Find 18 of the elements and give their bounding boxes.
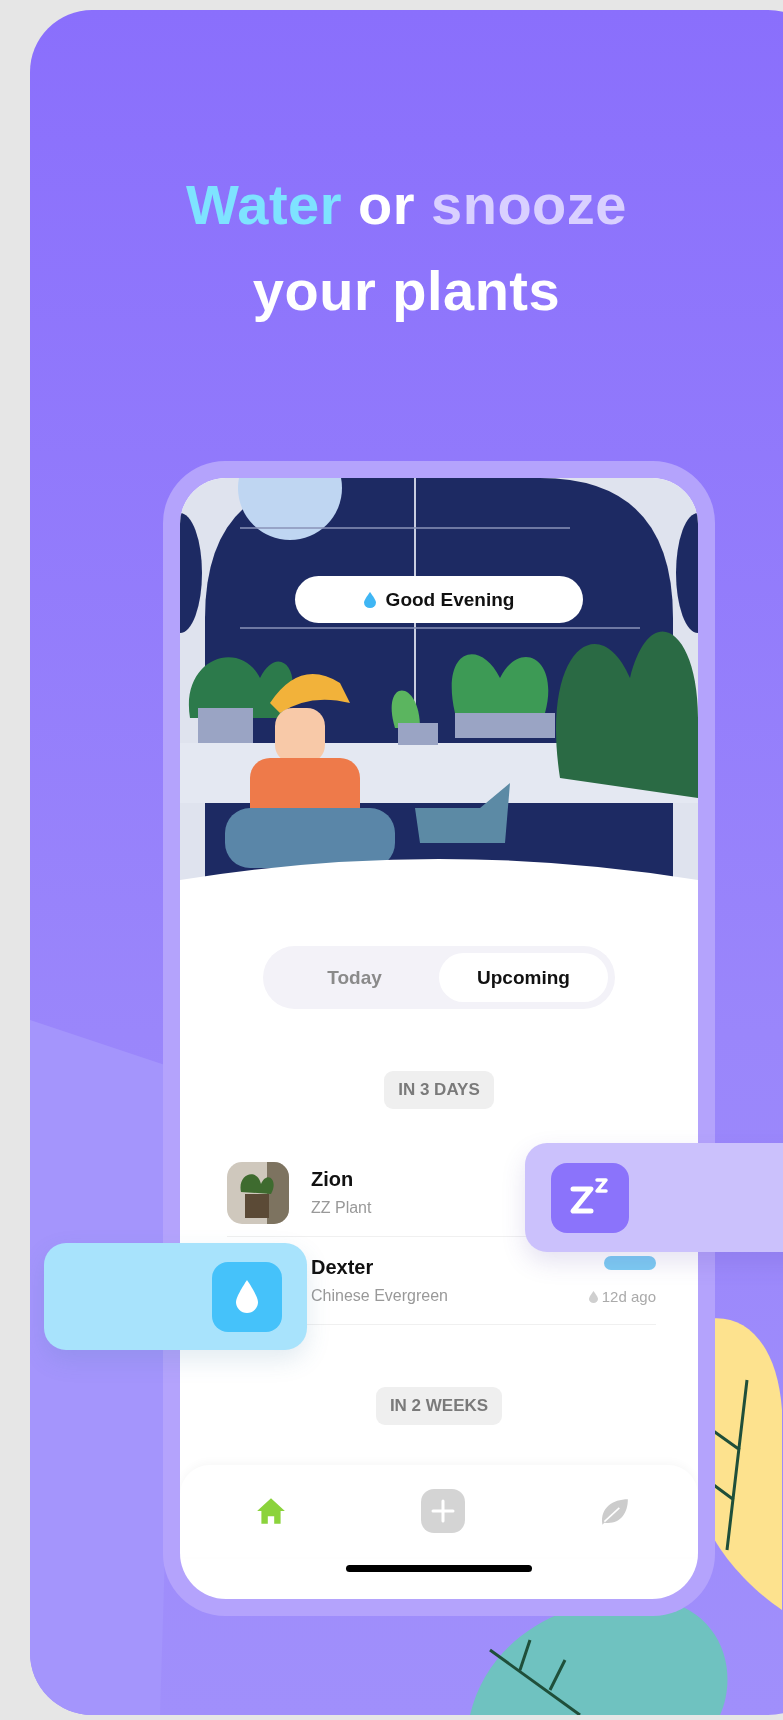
last-watered: 12d ago bbox=[601, 1288, 656, 1306]
section-heading: IN 2 WEEKS bbox=[375, 1387, 503, 1425]
water-drop-icon bbox=[588, 1290, 598, 1303]
sleep-icon bbox=[551, 1162, 629, 1233]
water-drop-icon bbox=[212, 1261, 282, 1332]
plant-species: Chinese Evergreen bbox=[311, 1287, 448, 1306]
headline: Water or snooze your plants bbox=[185, 172, 628, 324]
snooze-action-card[interactable] bbox=[525, 1143, 783, 1252]
plant-species: ZZ Plant bbox=[311, 1199, 372, 1218]
add-button-icon[interactable] bbox=[420, 1489, 465, 1533]
plant-name: Dexter bbox=[311, 1256, 375, 1280]
tab[interactable]: Upcoming bbox=[439, 953, 608, 1003]
plant-name: Zion bbox=[311, 1168, 355, 1192]
greeting-text: Good Evening bbox=[385, 588, 515, 611]
section-heading: IN 3 DAYS bbox=[384, 1071, 494, 1110]
water-action-card[interactable] bbox=[44, 1243, 307, 1350]
water-drop-icon bbox=[363, 591, 376, 608]
photo-placeholder bbox=[227, 1161, 289, 1224]
